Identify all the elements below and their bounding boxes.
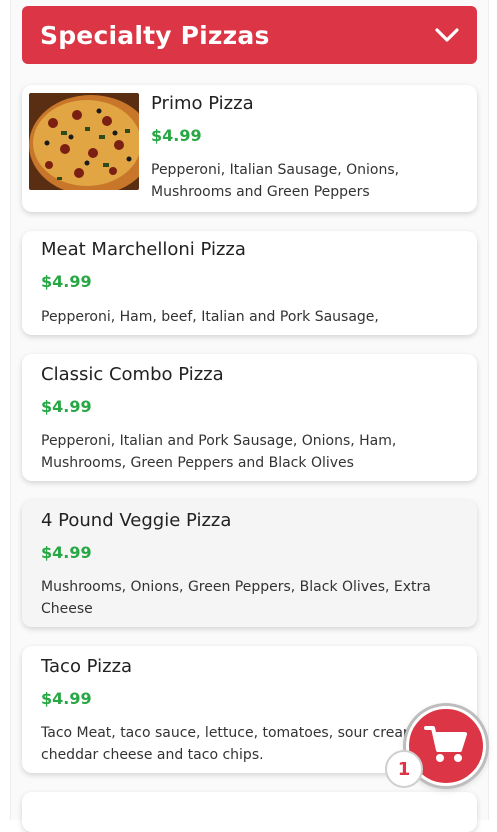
- menu-item-card[interactable]: [22, 792, 477, 832]
- menu-item-card[interactable]: Primo Pizza $4.99 Pepperoni, Italian Sau…: [22, 85, 477, 212]
- chevron-down-icon[interactable]: [435, 27, 459, 43]
- item-name: Taco Pizza: [41, 656, 133, 677]
- item-price: $4.99: [41, 397, 92, 416]
- menu-item-card[interactable]: Classic Combo Pizza $4.99 Pepperoni, Ita…: [22, 354, 477, 481]
- menu-item-card[interactable]: Meat Marchelloni Pizza $4.99 Pepperoni, …: [22, 231, 477, 335]
- category-title: Specialty Pizzas: [40, 20, 270, 50]
- item-description: Pepperoni, Italian Sausage, Onions, Mush…: [151, 162, 400, 200]
- item-price: $4.99: [41, 272, 92, 291]
- item-price: $4.99: [41, 689, 92, 708]
- category-header[interactable]: Specialty Pizzas: [22, 6, 477, 64]
- item-name: Meat Marchelloni Pizza: [41, 239, 246, 260]
- cart-icon: [424, 724, 468, 768]
- item-price: $4.99: [41, 543, 92, 562]
- pizza-image: [29, 93, 139, 190]
- item-name: Primo Pizza: [151, 93, 254, 114]
- item-description: Mushrooms, Onions, Green Peppers, Black …: [41, 579, 431, 617]
- item-description: Pepperoni, Italian and Pork Sausage, Oni…: [41, 433, 397, 471]
- cart-count-badge[interactable]: 1: [385, 750, 423, 788]
- item-description: Pepperoni, Ham, beef, Italian and Pork S…: [41, 309, 379, 325]
- item-name: 4 Pound Veggie Pizza: [41, 510, 232, 531]
- item-name: Classic Combo Pizza: [41, 364, 224, 385]
- item-price: $4.99: [151, 126, 202, 145]
- menu-item-card[interactable]: 4 Pound Veggie Pizza $4.99 Mushrooms, On…: [22, 500, 477, 627]
